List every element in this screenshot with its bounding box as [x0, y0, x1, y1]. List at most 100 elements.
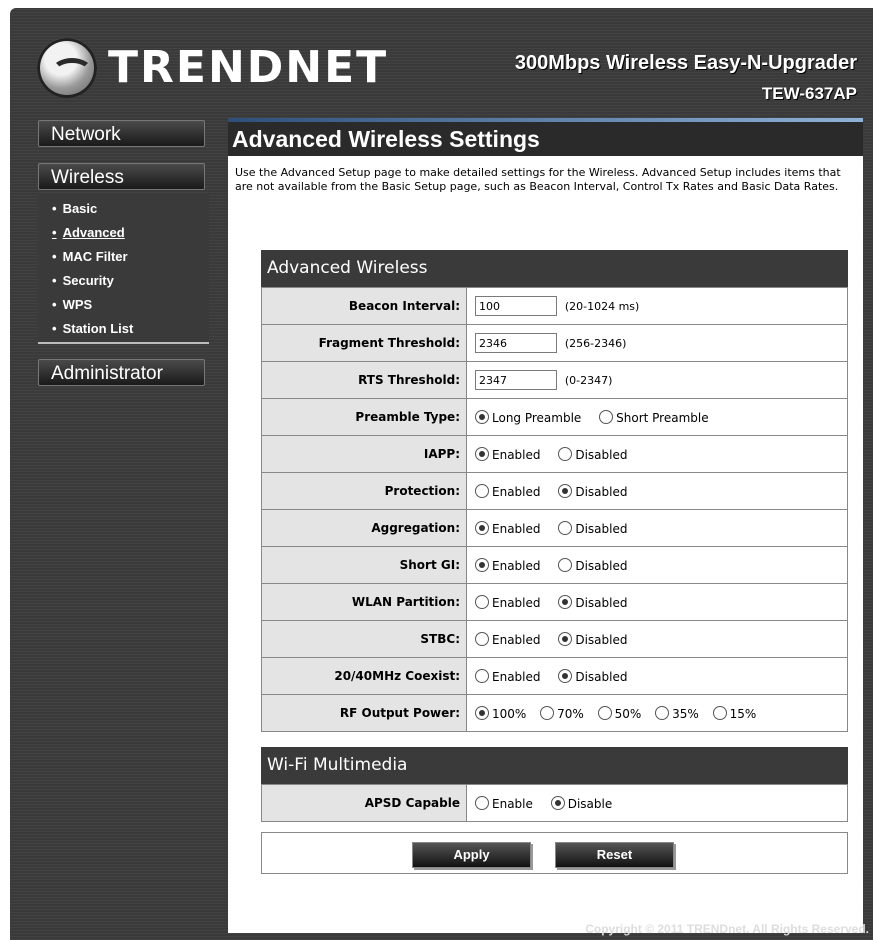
row-wlan-partition: WLAN Partition: Enabled Disabled	[261, 583, 848, 621]
fragment-threshold-hint: (256-2346)	[564, 336, 627, 350]
nav-network[interactable]: Network	[38, 120, 205, 147]
radio-unselected-icon	[475, 483, 489, 498]
radio-unselected-icon	[597, 705, 612, 720]
wlan-partition-label: WLAN Partition:	[261, 583, 467, 621]
rf-100-radio[interactable]: 100%	[475, 705, 526, 721]
stbc-label: STBC:	[261, 620, 467, 658]
fragment-threshold-input[interactable]	[475, 333, 557, 353]
rf-70-radio[interactable]: 70%	[540, 705, 584, 721]
row-rf-output-power: RF Output Power: 100% 70% 50% 35% 15%	[261, 694, 848, 732]
apply-button[interactable]: Apply	[412, 842, 531, 868]
protection-disabled-radio[interactable]: Disabled	[558, 483, 627, 499]
fragment-threshold-label: Fragment Threshold:	[261, 324, 467, 362]
action-bar: Apply Reset	[261, 832, 848, 874]
short-gi-enabled-radio[interactable]: Enabled	[475, 557, 541, 573]
row-aggregation: Aggregation: Enabled Disabled	[261, 509, 848, 547]
row-beacon-interval: Beacon Interval: (20-1024 ms)	[261, 287, 848, 325]
row-coexist: 20/40MHz Coexist: Enabled Disabled	[261, 657, 848, 695]
row-apsd-capable: APSD Capable Enable Disable	[261, 784, 848, 822]
submenu-security[interactable]: Security	[52, 272, 209, 296]
wlan-partition-enabled-radio[interactable]: Enabled	[475, 594, 541, 610]
apsd-capable-label: APSD Capable	[261, 784, 467, 822]
trendnet-logo-icon	[37, 38, 97, 98]
coexist-enabled-radio[interactable]: Enabled	[475, 668, 541, 684]
radio-selected-icon	[558, 594, 573, 609]
product-model: TEW-637AP	[761, 84, 857, 103]
radio-selected-icon	[475, 557, 489, 572]
row-rts-threshold: RTS Threshold: (0-2347)	[261, 361, 848, 399]
header: TRENDNET 300Mbps Wireless Easy-N-Upgrade…	[10, 8, 873, 113]
wlan-partition-disabled-radio[interactable]: Disabled	[558, 594, 627, 610]
row-fragment-threshold: Fragment Threshold: (256-2346)	[261, 324, 848, 362]
radio-selected-icon	[475, 520, 489, 535]
wifi-multimedia-table: APSD Capable Enable Disable	[261, 784, 848, 822]
radio-unselected-icon	[540, 705, 555, 720]
section-wifi-multimedia: Wi-Fi Multimedia	[261, 747, 848, 784]
radio-unselected-icon	[475, 631, 489, 646]
radio-selected-icon	[550, 795, 565, 810]
submenu-mac-filter[interactable]: MAC Filter	[52, 248, 209, 272]
aggregation-label: Aggregation:	[261, 509, 467, 547]
coexist-disabled-radio[interactable]: Disabled	[558, 668, 627, 684]
rf-15-radio[interactable]: 15%	[712, 705, 756, 721]
apsd-disable-radio[interactable]: Disable	[550, 795, 612, 811]
protection-enabled-radio[interactable]: Enabled	[475, 483, 541, 499]
protection-label: Protection:	[261, 472, 467, 510]
radio-unselected-icon	[558, 557, 573, 572]
submenu-basic[interactable]: Basic	[52, 200, 209, 224]
radio-unselected-icon	[655, 705, 670, 720]
row-iapp: IAPP: Enabled Disabled	[261, 435, 848, 473]
radio-unselected-icon	[475, 594, 489, 609]
rf-output-power-label: RF Output Power:	[261, 694, 467, 732]
page-description: Use the Advanced Setup page to make deta…	[235, 166, 841, 193]
iapp-enabled-radio[interactable]: Enabled	[475, 446, 541, 462]
stbc-enabled-radio[interactable]: Enabled	[475, 631, 541, 647]
radio-unselected-icon	[712, 705, 727, 720]
coexist-label: 20/40MHz Coexist:	[261, 657, 467, 695]
stbc-disabled-radio[interactable]: Disabled	[558, 631, 627, 647]
row-preamble-type: Preamble Type: Long Preamble Short Pream…	[261, 398, 848, 436]
copyright-footer: Copyright © 2011 TRENDnet. All Rights Re…	[585, 922, 869, 936]
beacon-interval-label: Beacon Interval:	[261, 287, 467, 325]
apsd-enable-radio[interactable]: Enable	[475, 795, 533, 811]
main-content: Advanced Wireless Settings Use the Advan…	[228, 118, 863, 933]
beacon-interval-input[interactable]	[475, 296, 557, 316]
radio-selected-icon	[558, 668, 573, 683]
radio-unselected-icon	[475, 668, 489, 683]
radio-unselected-icon	[558, 446, 573, 461]
preamble-type-label: Preamble Type:	[261, 398, 467, 436]
radio-selected-icon	[475, 705, 489, 720]
nav-wireless[interactable]: Wireless	[38, 163, 205, 190]
radio-unselected-icon	[475, 795, 489, 810]
submenu-advanced[interactable]: Advanced	[52, 224, 209, 248]
app-frame: TRENDNET 300Mbps Wireless Easy-N-Upgrade…	[10, 8, 873, 940]
radio-selected-icon	[558, 483, 573, 498]
reset-button[interactable]: Reset	[555, 842, 674, 868]
row-stbc: STBC: Enabled Disabled	[261, 620, 848, 658]
row-short-gi: Short GI: Enabled Disabled	[261, 546, 848, 584]
rts-threshold-input[interactable]	[475, 370, 557, 390]
submenu-wps[interactable]: WPS	[52, 296, 209, 320]
rf-35-radio[interactable]: 35%	[655, 705, 699, 721]
wireless-submenu: Basic Advanced MAC Filter Security WPS S…	[38, 194, 209, 344]
rts-threshold-hint: (0-2347)	[564, 373, 613, 387]
preamble-long-radio[interactable]: Long Preamble	[475, 409, 581, 425]
radio-unselected-icon	[599, 409, 614, 424]
product-name: 300Mbps Wireless Easy-N-Upgrader	[514, 52, 857, 74]
brand-logo-text: TRENDNET	[108, 42, 389, 93]
radio-selected-icon	[558, 631, 573, 646]
submenu-station-list[interactable]: Station List	[52, 320, 209, 344]
radio-selected-icon	[475, 409, 489, 424]
aggregation-disabled-radio[interactable]: Disabled	[558, 520, 627, 536]
iapp-disabled-radio[interactable]: Disabled	[558, 446, 627, 462]
nav-administrator[interactable]: Administrator	[38, 359, 205, 386]
radio-unselected-icon	[558, 520, 573, 535]
short-gi-disabled-radio[interactable]: Disabled	[558, 557, 627, 573]
radio-selected-icon	[475, 446, 489, 461]
preamble-short-radio[interactable]: Short Preamble	[599, 409, 709, 425]
rf-50-radio[interactable]: 50%	[597, 705, 641, 721]
page-title: Advanced Wireless Settings	[228, 122, 863, 156]
beacon-interval-hint: (20-1024 ms)	[564, 299, 640, 313]
aggregation-enabled-radio[interactable]: Enabled	[475, 520, 541, 536]
advanced-wireless-table: Beacon Interval: (20-1024 ms) Fragment T…	[261, 287, 848, 732]
